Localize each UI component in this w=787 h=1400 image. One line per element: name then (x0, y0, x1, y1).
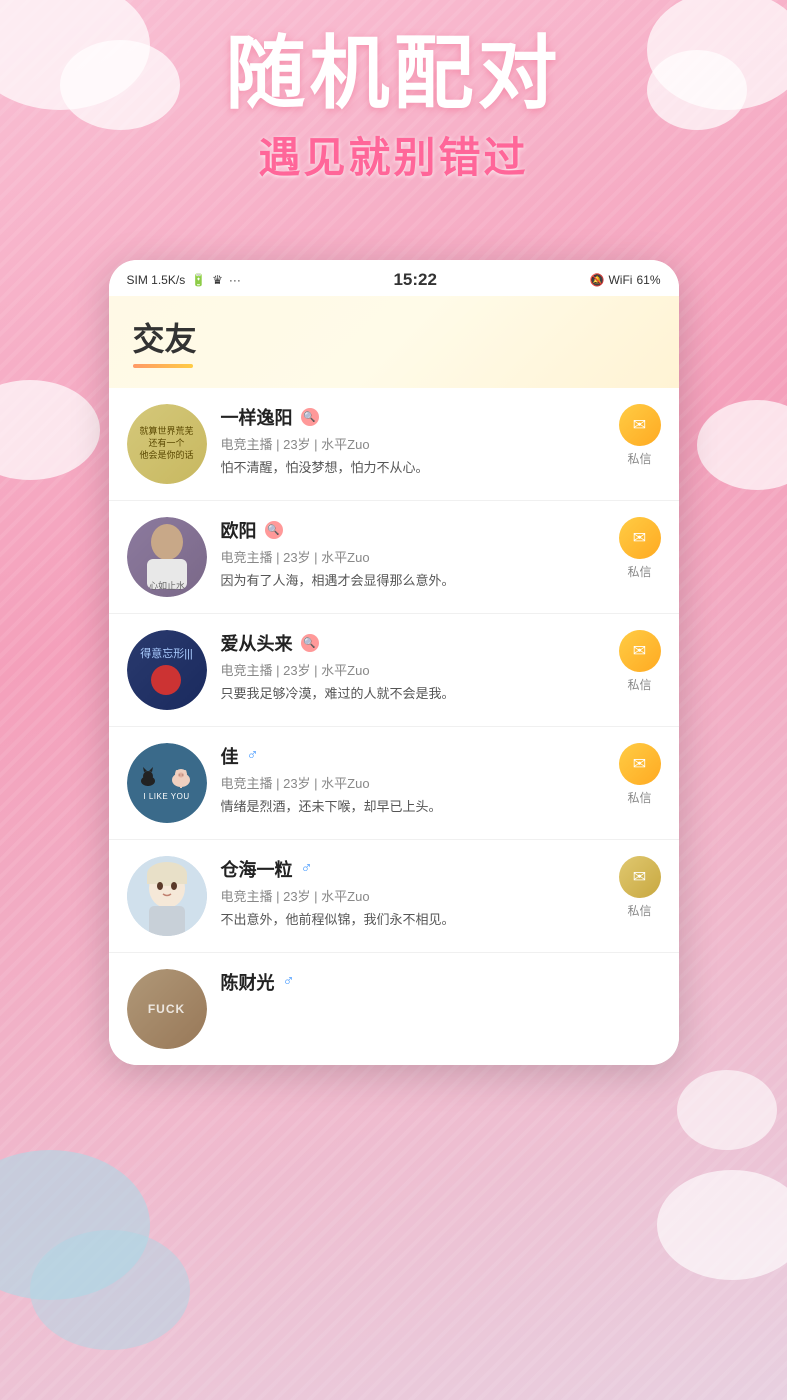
user-name: 佳 (221, 743, 239, 769)
user-tags: 电竞主播 | 23岁 | 水平Zuo (221, 434, 605, 453)
private-btn-label: 私信 (627, 450, 651, 467)
user-list: 就算世界荒芜还有一个他会是你的话 一样逸阳 🔍 电竞主播 | 23岁 | 水平Z… (109, 388, 679, 1065)
user-name-row: 陈财光 ♂ (221, 969, 661, 995)
dots-icon: ··· (229, 273, 241, 287)
hero-subtitle: 遇见就别错过 (0, 124, 787, 185)
status-right: 🔕 WiFi 61% (590, 273, 661, 287)
user-info: 仓海一粒 ♂ 电竞主播 | 23岁 | 水平Zuo 不出意外，他前程似锦，我们永… (221, 856, 605, 928)
user-name-row: 佳 ♂ (221, 743, 605, 769)
user-bio: 怕不清醒，怕没梦想，怕力不从心。 (221, 457, 605, 476)
hero-section: 随机配对 遇见就别错过 (0, 30, 787, 185)
avatar[interactable]: 得意忘形||| (127, 630, 207, 710)
private-message-button[interactable]: ✉ 私信 (619, 404, 661, 467)
private-btn-label: 私信 (627, 563, 651, 580)
search-icon[interactable]: 🔍 (301, 408, 319, 426)
user-bio: 只要我足够冷漠，难过的人就不会是我。 (221, 683, 605, 702)
avatar[interactable]: 就算世界荒芜还有一个他会是你的话 (127, 404, 207, 484)
message-icon: ✉ (619, 517, 661, 559)
user-name-row: 欧阳 🔍 (221, 517, 605, 543)
message-icon: ✉ (619, 630, 661, 672)
gender-male-icon: ♂ (283, 973, 295, 991)
avatar[interactable]: 心如止水 (127, 517, 207, 597)
user-bio: 情绪是烈酒，还未下喉，却早已上头。 (221, 796, 605, 815)
user-name: 爱从头来 (221, 630, 293, 656)
user-tags: 电竞主播 | 23岁 | 水平Zuo (221, 773, 605, 792)
private-btn-label: 私信 (627, 676, 651, 693)
user-name-row: 一样逸阳 🔍 (221, 404, 605, 430)
avatar[interactable]: I LIKE YOU (127, 743, 207, 823)
crown-icon: ♛ (212, 273, 223, 287)
user-name: 一样逸阳 (221, 404, 293, 430)
svg-text:心如止水: 心如止水 (148, 580, 184, 591)
message-icon: ✉ (619, 856, 661, 898)
user-name-row: 爱从头来 🔍 (221, 630, 605, 656)
like-you-text: I LIKE YOU (143, 792, 189, 801)
user-info: 佳 ♂ 电竞主播 | 23岁 | 水平Zuo 情绪是烈酒，还未下喉，却早已上头。 (221, 743, 605, 815)
private-btn-label: 私信 (627, 789, 651, 806)
private-message-button[interactable]: ✉ 私信 (619, 743, 661, 806)
user-name-row: 仓海一粒 ♂ (221, 856, 605, 882)
status-time: 15:22 (393, 270, 436, 290)
user-name: 欧阳 (221, 517, 257, 543)
private-btn-label: 私信 (627, 902, 651, 919)
battery-icon: 🔋 (191, 273, 206, 287)
user-tags: 电竞主播 | 23岁 | 水平Zuo (221, 660, 605, 679)
list-item[interactable]: I LIKE YOU 佳 ♂ 电竞主播 | 23岁 | 水平Zuo 情绪是烈酒，… (109, 727, 679, 840)
search-icon[interactable]: 🔍 (301, 634, 319, 652)
user-name: 陈财光 (221, 969, 275, 995)
user-name: 仓海一粒 (221, 856, 293, 882)
hero-title: 随机配对 (0, 30, 787, 118)
user-tags: 电竞主播 | 23岁 | 水平Zuo (221, 886, 605, 905)
message-icon: ✉ (619, 743, 661, 785)
notification-icon: 🔕 (590, 273, 605, 287)
user-bio: 不出意外，他前程似锦，我们永不相见。 (221, 909, 605, 928)
list-item[interactable]: 得意忘形||| 爱从头来 🔍 电竞主播 | 23岁 | 水平Zuo 只要我足够冷… (109, 614, 679, 727)
user-info: 爱从头来 🔍 电竞主播 | 23岁 | 水平Zuo 只要我足够冷漠，难过的人就不… (221, 630, 605, 702)
gender-male-icon: ♂ (247, 747, 259, 765)
list-item[interactable]: FUCK 陈财光 ♂ (109, 953, 679, 1065)
list-item[interactable]: 心如止水 欧阳 🔍 电竞主播 | 23岁 | 水平Zuo 因为有了人海，相遇才会… (109, 501, 679, 614)
private-message-button[interactable]: ✉ 私信 (619, 856, 661, 919)
cloud-bl2 (30, 1230, 190, 1350)
user-info: 欧阳 🔍 电竞主播 | 23岁 | 水平Zuo 因为有了人海，相遇才会显得那么意… (221, 517, 605, 589)
list-item[interactable]: 就算世界荒芜还有一个他会是你的话 一样逸阳 🔍 电竞主播 | 23岁 | 水平Z… (109, 388, 679, 501)
avatar[interactable] (127, 856, 207, 936)
status-bar: SIM 1.5K/s 🔋 ♛ ··· 15:22 🔕 WiFi 61% (109, 260, 679, 296)
private-message-button[interactable]: ✉ 私信 (619, 630, 661, 693)
list-item[interactable]: 仓海一粒 ♂ 电竞主播 | 23岁 | 水平Zuo 不出意外，他前程似锦，我们永… (109, 840, 679, 953)
user-bio: 因为有了人海，相遇才会显得那么意外。 (221, 570, 605, 589)
header-underline (133, 364, 193, 368)
avatar-text: FUCK (148, 1002, 185, 1016)
private-message-button[interactable]: ✉ 私信 (619, 517, 661, 580)
user-info: 一样逸阳 🔍 电竞主播 | 23岁 | 水平Zuo 怕不清醒，怕没梦想，怕力不从… (221, 404, 605, 476)
status-left: SIM 1.5K/s 🔋 ♛ ··· (127, 273, 241, 287)
message-icon: ✉ (619, 404, 661, 446)
phone-mockup: SIM 1.5K/s 🔋 ♛ ··· 15:22 🔕 WiFi 61% 交友 就… (109, 260, 679, 1065)
avatar-text: 就算世界荒芜还有一个他会是你的话 (139, 426, 193, 461)
avatar[interactable]: FUCK (127, 969, 207, 1049)
avatar-text: 得意忘形||| (140, 645, 193, 661)
wifi-icon: WiFi (608, 273, 632, 287)
app-header-title: 交友 (133, 314, 655, 360)
cloud-br2 (677, 1070, 777, 1150)
user-tags: 电竞主播 | 23岁 | 水平Zuo (221, 547, 605, 566)
avatar-animals (140, 766, 194, 788)
search-icon[interactable]: 🔍 (265, 521, 283, 539)
sim-info: SIM 1.5K/s (127, 273, 186, 287)
user-info: 陈财光 ♂ (221, 969, 661, 999)
gender-male-icon: ♂ (301, 860, 313, 878)
battery-percent: 61% (636, 273, 660, 287)
app-header: 交友 (109, 296, 679, 388)
